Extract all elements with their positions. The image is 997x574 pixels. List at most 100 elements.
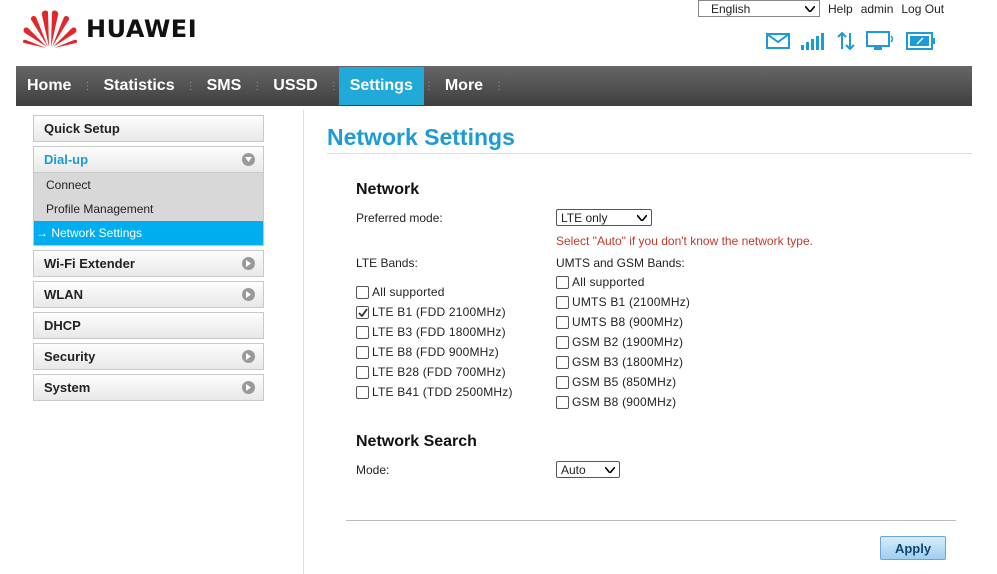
nav-separator: ⋮ [328,80,339,92]
footer-divider [346,520,956,521]
main-nav: Home ⋮ Statistics ⋮ SMS ⋮ USSD ⋮ Setting… [16,66,972,106]
chevron-right-icon [242,350,255,363]
sidebar-item-dhcp[interactable]: DHCP [33,312,264,339]
lte-band-label: LTE B28 (FDD 700MHz) [372,365,506,379]
lte-band-checkbox[interactable]: LTE B41 (TDD 2500MHz) [356,385,513,399]
lte-band-checkbox[interactable]: LTE B8 (FDD 900MHz) [356,345,499,359]
brand-name: HUAWEI [86,15,198,43]
sidebar-item-label: Dial-up [44,152,89,167]
lte-band-checkbox[interactable]: LTE B1 (FDD 2100MHz) [356,305,506,319]
umts-gsm-band-checkbox[interactable]: GSM B8 (900MHz) [556,395,676,409]
network-heading: Network [356,181,420,198]
umts-gsm-band-checkbox[interactable]: GSM B2 (1900MHz) [556,335,683,349]
checkbox-box[interactable] [556,295,569,309]
nav-ussd[interactable]: USSD [262,66,328,106]
checkbox-box[interactable] [356,365,369,379]
page-title: Network Settings [327,124,515,150]
umts-gsm-band-label: GSM B5 (850MHz) [572,375,677,389]
nav-separator: ⋮ [494,80,505,92]
sidebar-item-dialup[interactable]: Dial-up [33,146,264,173]
umts-gsm-band-label: GSM B3 (1800MHz) [572,355,684,369]
battery-icon [906,32,936,50]
nav-separator: ⋮ [185,80,196,92]
chevron-right-icon [242,288,255,301]
checkbox-box[interactable] [356,325,369,339]
apply-button[interactable]: Apply [880,536,946,560]
nav-settings[interactable]: Settings [338,67,424,105]
search-mode-select[interactable]: Auto [556,461,620,478]
nav-more[interactable]: More [434,66,494,106]
search-mode-label: Mode: [356,463,390,477]
nav-home[interactable]: Home [16,66,82,106]
chevron-right-icon [242,257,255,270]
sidebar-item-quick-setup[interactable]: Quick Setup [33,115,264,142]
checkbox-box[interactable] [556,355,569,369]
checkbox-box[interactable] [556,275,569,289]
nav-statistics[interactable]: Statistics [92,66,185,106]
umts-gsm-band-checkbox[interactable]: All supported [556,275,645,289]
checkmark-icon [357,307,368,317]
lte-band-checkbox[interactable]: LTE B28 (FDD 700MHz) [356,365,506,379]
preferred-mode-label: Preferred mode: [356,211,443,225]
umts-gsm-bands-label: UMTS and GSM Bands: [556,256,685,270]
lte-band-checkbox[interactable]: LTE B3 (FDD 1800MHz) [356,325,506,339]
huawei-flower-icon [22,10,78,48]
checkbox-box[interactable] [556,335,569,349]
sidebar-item-label: Quick Setup [44,121,120,136]
user-link[interactable]: admin [861,2,894,16]
language-select[interactable]: English [698,0,820,17]
umts-gsm-band-checkbox[interactable]: GSM B5 (850MHz) [556,375,676,389]
logout-link[interactable]: Log Out [901,2,944,16]
checkbox-box[interactable] [556,375,569,389]
chevron-down-icon [242,153,255,166]
data-transfer-icon [836,31,856,51]
checkbox-box[interactable] [356,305,369,319]
sidebar-item-label: Wi-Fi Extender [44,256,135,271]
language-value: English [711,1,751,16]
umts-gsm-band-label: UMTS B1 (2100MHz) [572,295,691,309]
umts-gsm-band-checkbox[interactable]: UMTS B1 (2100MHz) [556,295,690,309]
lte-band-label: LTE B8 (FDD 900MHz) [372,345,499,359]
preferred-mode-value: LTE only [561,210,608,225]
checkbox-box[interactable] [356,345,369,359]
preferred-mode-select[interactable]: LTE only [556,209,652,226]
nav-separator: ⋮ [82,80,93,92]
sidebar-item-security[interactable]: Security [33,343,264,370]
search-mode-value: Auto [561,462,586,477]
lte-band-label: LTE B41 (TDD 2500MHz) [372,385,513,399]
network-type-hint: Select "Auto" if you don't know the netw… [556,234,813,248]
sidebar-item-network-settings[interactable]: → Network Settings [34,221,263,245]
sidebar-item-wlan[interactable]: WLAN [33,281,264,308]
sidebar-item-label: DHCP [44,318,81,333]
top-links: English Help admin Log Out [698,0,944,17]
chevron-down-icon [605,466,615,473]
lte-band-label: All supported [372,285,445,299]
lte-band-label: LTE B1 (FDD 2100MHz) [372,305,506,319]
lte-band-checkbox[interactable]: All supported [356,285,445,299]
mail-icon[interactable] [766,33,790,49]
nav-sms[interactable]: SMS [196,66,253,106]
sidebar-item-label: WLAN [44,287,83,302]
sidebar-item-label: System [44,380,91,395]
checkbox-box[interactable] [356,385,369,399]
umts-gsm-band-checkbox[interactable]: GSM B3 (1800MHz) [556,355,683,369]
umts-gsm-band-label: GSM B2 (1900MHz) [572,335,684,349]
checkbox-box[interactable] [356,285,369,299]
status-bar [766,31,946,51]
sidebar-item-label: Security [44,349,96,364]
umts-gsm-band-checkbox[interactable]: UMTS B8 (900MHz) [556,315,683,329]
lte-bands-label: LTE Bands: [356,256,418,270]
lte-band-label: LTE B3 (FDD 1800MHz) [372,325,506,339]
chevron-down-icon [805,5,815,12]
title-divider [327,153,972,154]
help-link[interactable]: Help [828,2,853,16]
nav-separator: ⋮ [423,80,434,92]
sidebar-item-system[interactable]: System [33,374,264,401]
sidebar-item-connect[interactable]: Connect [34,173,263,197]
pc-connected-icon [866,31,896,51]
checkbox-box[interactable] [556,395,569,409]
nav-separator: ⋮ [252,80,263,92]
checkbox-box[interactable] [556,315,569,329]
sidebar-item-profile-management[interactable]: Profile Management [34,197,263,221]
sidebar-item-wifi-extender[interactable]: Wi-Fi Extender [33,250,264,277]
